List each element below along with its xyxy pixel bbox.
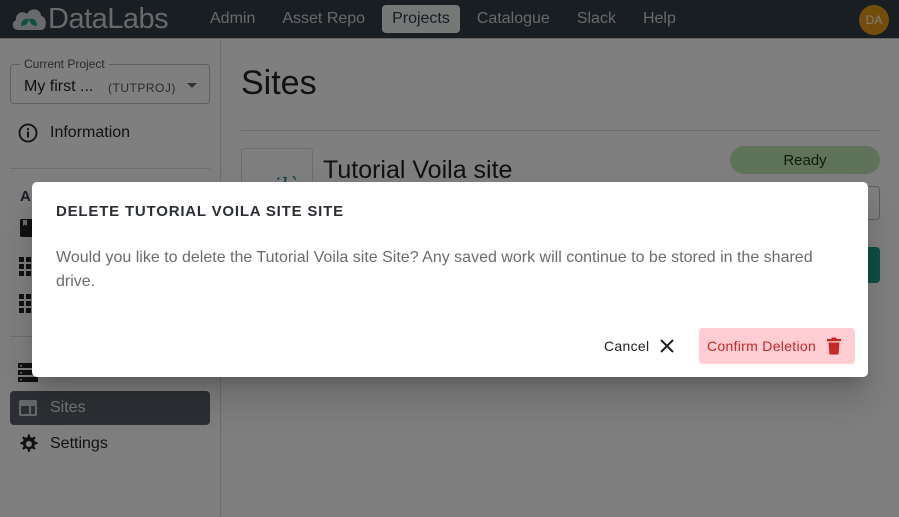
- confirm-deletion-button[interactable]: Confirm Deletion: [699, 328, 855, 364]
- confirm-label: Confirm Deletion: [707, 338, 817, 354]
- delete-site-dialog: DELETE TUTORIAL VOILA SITE SITE Would yo…: [32, 182, 868, 377]
- close-icon: [660, 339, 675, 353]
- cancel-button[interactable]: Cancel: [598, 328, 681, 364]
- dialog-title: DELETE TUTORIAL VOILA SITE SITE: [56, 203, 344, 220]
- trash-icon: [827, 337, 842, 355]
- dialog-message: Would you like to delete the Tutorial Vo…: [56, 249, 813, 290]
- cancel-label: Cancel: [604, 338, 650, 354]
